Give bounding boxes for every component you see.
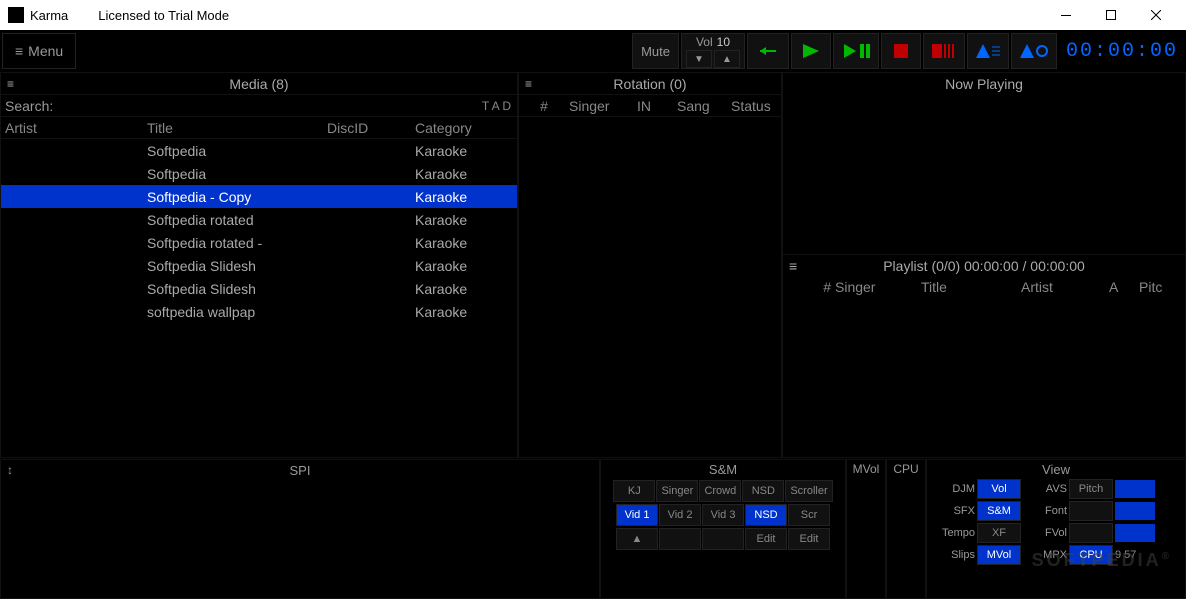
minimize-button[interactable] <box>1043 0 1088 30</box>
rotation-menu-icon[interactable]: ≡ <box>525 77 532 91</box>
sm-button[interactable]: NSD <box>745 504 787 526</box>
sm-panel: S&M KJSingerCrowdNSDScroller Vid 1Vid 2V… <box>600 459 846 599</box>
view-button[interactable]: Vol <box>977 479 1021 499</box>
search-label: Search: <box>1 98 57 114</box>
sm-button[interactable]: Edit <box>745 528 787 550</box>
sm-button[interactable]: ▲ <box>616 528 658 550</box>
sm-button[interactable]: Vid 2 <box>659 504 701 526</box>
toolbar: ≡ Menu Mute Vol 10 ▼ ▲ 00:00:00 <box>0 30 1186 72</box>
view-panel: View DJM Vol AVS Pitch SFX S&M Font Temp… <box>926 459 1186 599</box>
sm-button[interactable] <box>702 528 744 550</box>
table-row[interactable]: Softpedia rotated -Karaoke <box>1 231 517 254</box>
tad-label[interactable]: T A D <box>476 99 517 113</box>
titlebar: Karma Licensed to Trial Mode <box>0 0 1186 30</box>
hamburger-icon: ≡ <box>15 43 22 59</box>
pl-col-pitc[interactable]: Pitc <box>1139 279 1179 295</box>
menu-button[interactable]: ≡ Menu <box>2 33 76 69</box>
sm-button[interactable]: Scr <box>788 504 830 526</box>
col-category[interactable]: Category <box>415 120 503 136</box>
col-sang[interactable]: Sang <box>677 98 731 114</box>
view-button[interactable]: XF <box>977 523 1021 543</box>
col-artist[interactable]: Artist <box>1 120 147 136</box>
view-button[interactable] <box>1069 501 1113 521</box>
col-in[interactable]: IN <box>637 98 677 114</box>
view-bar[interactable] <box>1115 502 1155 520</box>
view-button[interactable] <box>1069 523 1113 543</box>
table-row[interactable]: SoftpediaKaraoke <box>1 139 517 162</box>
sm-tab[interactable]: NSD <box>742 480 784 502</box>
pl-col-num[interactable]: # <box>783 279 835 295</box>
prev-button[interactable] <box>747 33 789 69</box>
col-discid[interactable]: DiscID <box>327 120 415 136</box>
table-row[interactable]: Softpedia rotatedKaraoke <box>1 208 517 231</box>
sm-button[interactable]: Vid 3 <box>702 504 744 526</box>
now-playing-title: Now Playing <box>783 73 1185 95</box>
blue-up-button[interactable] <box>967 33 1009 69</box>
sm-tab[interactable]: Crowd <box>699 480 741 502</box>
rotation-panel: ≡ Rotation (0) # Singer IN Sang Status <box>518 72 782 458</box>
media-menu-icon[interactable]: ≡ <box>7 77 14 91</box>
table-row[interactable]: Softpedia SlideshKaraoke <box>1 254 517 277</box>
sm-button[interactable]: Edit <box>788 528 830 550</box>
pl-col-a[interactable]: A <box>1109 279 1139 295</box>
close-button[interactable] <box>1133 0 1178 30</box>
table-row[interactable]: softpedia wallpapKaraoke <box>1 300 517 323</box>
rotation-title: Rotation (0) <box>613 76 686 92</box>
stop-button[interactable] <box>881 33 921 69</box>
volume-control: Vol 10 ▼ ▲ <box>681 33 745 69</box>
mvol-panel: MVol <box>846 459 886 599</box>
table-row[interactable]: SoftpediaKaraoke <box>1 162 517 185</box>
col-num[interactable]: # <box>519 98 569 114</box>
media-title: Media (8) <box>229 76 288 92</box>
volume-down-button[interactable]: ▼ <box>686 50 712 68</box>
pl-col-title[interactable]: Title <box>921 279 1021 295</box>
view-button[interactable]: MVol <box>977 545 1021 565</box>
record-button[interactable] <box>923 33 965 69</box>
col-singer[interactable]: Singer <box>569 98 637 114</box>
playlist-menu-icon[interactable]: ≡ <box>789 258 797 274</box>
maximize-button[interactable] <box>1088 0 1133 30</box>
blue-cycle-button[interactable] <box>1011 33 1057 69</box>
sm-tab[interactable]: Scroller <box>785 480 832 502</box>
now-playing-panel: Now Playing ≡ Playlist (0/0) 00:00:00 / … <box>782 72 1186 458</box>
sm-tab[interactable]: Singer <box>656 480 698 502</box>
pl-col-artist[interactable]: Artist <box>1021 279 1109 295</box>
cpu-panel: CPU <box>886 459 926 599</box>
resize-icon[interactable]: ↕ <box>7 463 13 477</box>
sm-tab[interactable]: KJ <box>613 480 655 502</box>
table-row[interactable]: Softpedia - CopyKaraoke <box>1 185 517 208</box>
app-icon <box>8 7 24 23</box>
pl-col-singer[interactable]: Singer <box>835 279 921 295</box>
play-pause-button[interactable] <box>833 33 879 69</box>
col-title[interactable]: Title <box>147 120 327 136</box>
play-button[interactable] <box>791 33 831 69</box>
table-row[interactable]: Softpedia SlideshKaraoke <box>1 277 517 300</box>
sm-button[interactable] <box>659 528 701 550</box>
view-button[interactable]: Pitch <box>1069 479 1113 499</box>
view-bar[interactable] <box>1115 480 1155 498</box>
col-status[interactable]: Status <box>731 98 781 114</box>
playlist-title: Playlist (0/0) 00:00:00 / 00:00:00 <box>883 258 1085 274</box>
media-panel: ≡ Media (8) Search: T A D Artist Title D… <box>0 72 518 458</box>
volume-up-button[interactable]: ▲ <box>714 50 740 68</box>
view-button[interactable]: S&M <box>977 501 1021 521</box>
mute-button[interactable]: Mute <box>632 33 679 69</box>
timecode: 00:00:00 <box>1058 40 1186 63</box>
sm-button[interactable]: Vid 1 <box>616 504 658 526</box>
view-bar[interactable] <box>1115 524 1155 542</box>
app-title: Karma <box>30 8 68 23</box>
license-text: Licensed to Trial Mode <box>98 8 229 23</box>
view-button[interactable]: CPU <box>1069 545 1113 565</box>
spi-panel: ↕ SPI <box>0 459 600 599</box>
search-input[interactable] <box>57 98 476 114</box>
